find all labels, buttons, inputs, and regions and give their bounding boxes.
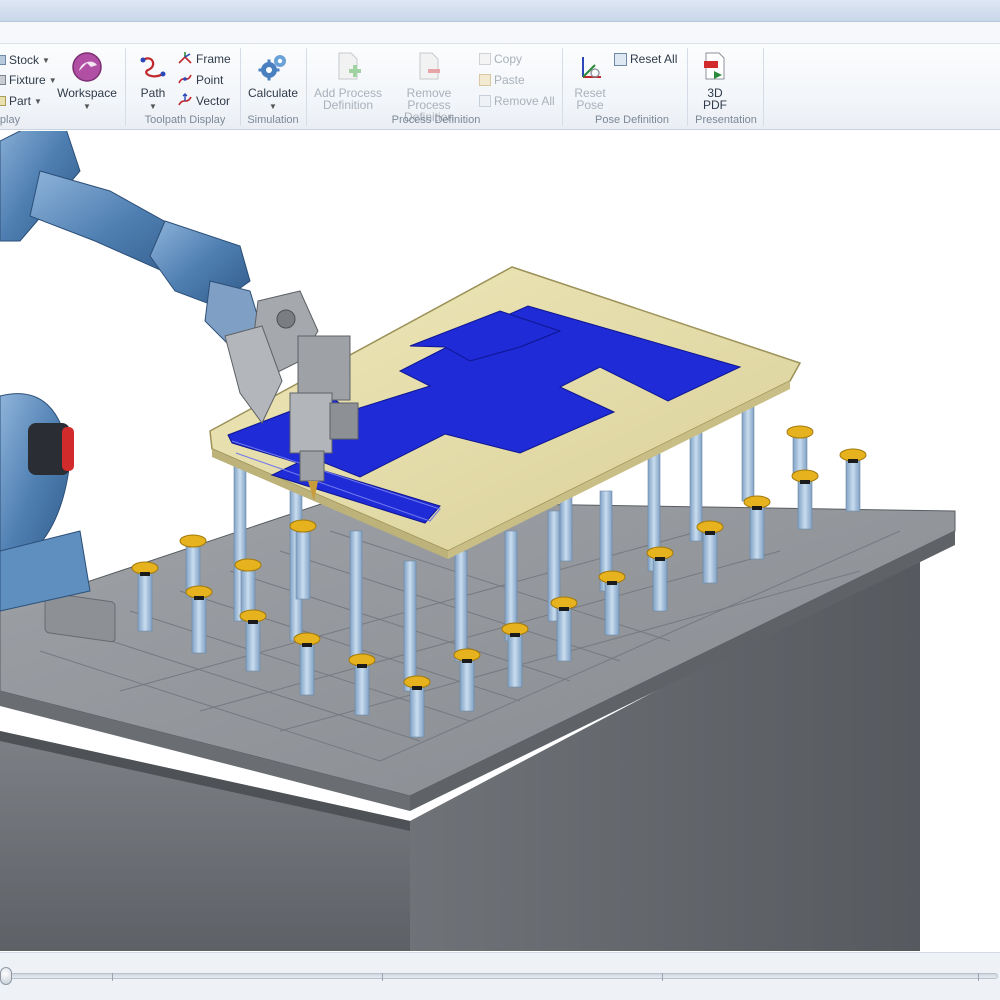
window-titlebar: [0, 0, 1000, 22]
paste-button[interactable]: Paste: [479, 71, 525, 89]
remove-all-icon: [479, 95, 491, 107]
group-label-toolpath-display: Toolpath Display: [144, 114, 226, 126]
reset-pose-line2: Pose: [576, 98, 604, 112]
part-icon: [0, 96, 6, 106]
point-label: Point: [196, 73, 224, 87]
fixture-button[interactable]: Fixture ▼: [0, 71, 57, 89]
calculate-button[interactable]: Calculate ▼: [245, 50, 301, 113]
chevron-down-icon: ▼: [149, 102, 157, 111]
timeline-tick: [382, 973, 383, 981]
3d-pdf-button[interactable]: 3D PDF: [694, 50, 736, 111]
group-separator: [306, 48, 307, 126]
pdf-icon: [698, 50, 732, 84]
remove-process-definition-button[interactable]: Remove Process Definition: [385, 50, 473, 123]
fixture-icon: [0, 75, 6, 85]
frame-label: Frame: [196, 52, 231, 66]
group-label-display: play: [0, 114, 21, 126]
fixture-label: Fixture: [9, 73, 46, 87]
gears-icon: [256, 50, 290, 84]
simulation-timeline: [0, 952, 1000, 1000]
remove-process-definition-line1: Remove Process: [406, 86, 452, 112]
timeline-tick: [112, 973, 113, 981]
timeline-slider-thumb[interactable]: [0, 967, 12, 985]
remove-all-button[interactable]: Remove All: [479, 92, 555, 110]
group-label-presentation: Presentation: [695, 114, 757, 126]
stock-label: Stock: [9, 53, 40, 67]
timeline-track[interactable]: [8, 973, 998, 979]
chevron-down-icon: ▼: [42, 55, 50, 65]
ribbon-tab-strip: [0, 22, 1000, 44]
scene-drawing: [0, 131, 956, 951]
vector-icon: [177, 92, 193, 110]
frame-button[interactable]: Frame: [177, 50, 231, 68]
reset-all-label: Reset All: [630, 52, 678, 66]
copy-icon: [479, 53, 491, 65]
group-separator: [240, 48, 241, 126]
point-button[interactable]: Point: [177, 71, 223, 89]
chevron-down-icon: ▼: [48, 75, 57, 85]
group-separator: [687, 48, 688, 126]
group-label-simulation: Simulation: [247, 114, 299, 126]
reset-pose-button[interactable]: Reset Pose: [568, 50, 612, 111]
group-label-process-definition: Process Definition: [391, 114, 481, 126]
path-icon: [136, 50, 170, 84]
group-separator: [562, 48, 563, 126]
remove-document-icon: [412, 50, 446, 84]
remove-all-label: Remove All: [494, 94, 555, 108]
add-document-icon: [331, 50, 365, 84]
path-button[interactable]: Path ▼: [135, 50, 171, 113]
chevron-down-icon: ▼: [83, 102, 91, 111]
timeline-tick: [978, 973, 979, 981]
workspace-icon: [70, 50, 104, 84]
paste-icon: [479, 74, 491, 86]
vector-label: Vector: [196, 94, 231, 108]
paste-label: Paste: [494, 73, 525, 87]
stock-button[interactable]: Stock ▼: [0, 51, 50, 69]
chevron-down-icon: ▼: [34, 96, 42, 106]
group-separator: [763, 48, 764, 126]
part-label: Part: [9, 94, 32, 108]
add-process-definition-button[interactable]: Add Process Definition: [312, 50, 384, 111]
reset-all-button[interactable]: Reset All: [614, 50, 677, 68]
calculate-label: Calculate: [247, 86, 299, 100]
chevron-down-icon: ▼: [269, 102, 277, 111]
point-icon: [177, 72, 193, 89]
add-process-definition-line2: Definition: [322, 98, 374, 112]
reset-all-icon: [614, 52, 627, 66]
copy-button[interactable]: Copy: [479, 50, 522, 68]
group-label-pose-definition: Pose Definition: [595, 114, 669, 126]
timeline-tick: [662, 973, 663, 981]
3d-pdf-line2: PDF: [703, 98, 727, 112]
copy-label: Copy: [494, 52, 523, 66]
frame-icon: [177, 51, 193, 68]
workspace-button[interactable]: Workspace ▼: [57, 50, 117, 113]
vector-button[interactable]: Vector: [177, 92, 230, 110]
stock-icon: [0, 55, 6, 65]
path-label: Path: [140, 86, 166, 100]
3d-viewport[interactable]: [0, 131, 1000, 951]
workspace-label: Workspace: [57, 86, 117, 100]
part-button[interactable]: Part ▼: [0, 92, 42, 110]
group-separator: [125, 48, 126, 126]
reset-pose-icon: [573, 50, 607, 84]
